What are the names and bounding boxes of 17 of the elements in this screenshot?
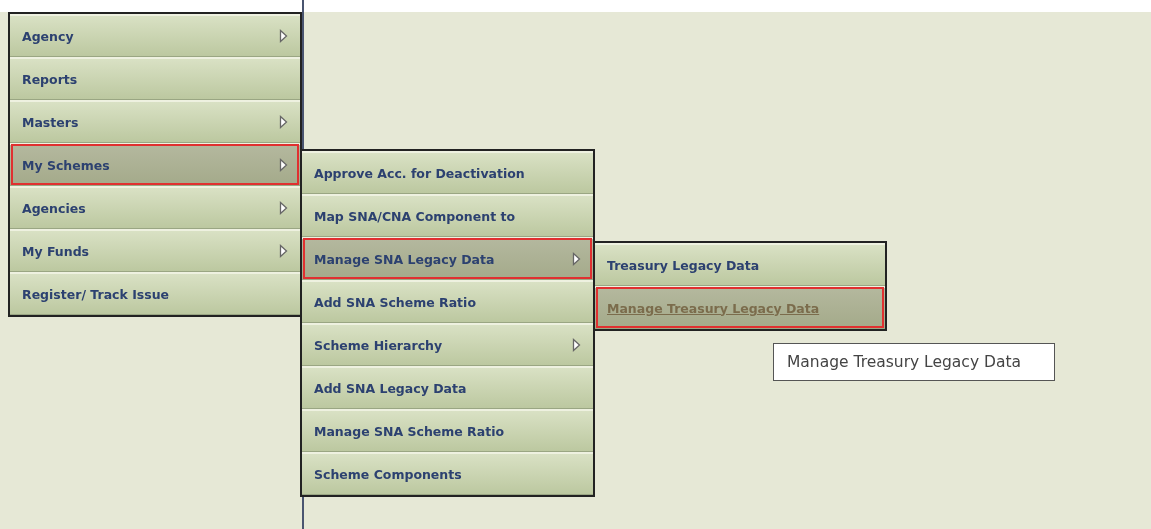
menu-item[interactable]: Manage SNA Scheme Ratio — [302, 409, 593, 452]
menu-item[interactable]: My Funds — [10, 229, 300, 272]
menu-item[interactable]: Scheme Hierarchy — [302, 323, 593, 366]
menu-item[interactable]: Add SNA Scheme Ratio — [302, 280, 593, 323]
menu-item[interactable]: Masters — [10, 100, 300, 143]
menu-item[interactable]: Agency — [10, 14, 300, 57]
menu-item[interactable]: Map SNA/CNA Component to — [302, 194, 593, 237]
menu-item[interactable]: Agencies — [10, 186, 300, 229]
menu-item[interactable]: Register/ Track Issue — [10, 272, 300, 315]
menu-item[interactable]: Add SNA Legacy Data — [302, 366, 593, 409]
menu-item[interactable]: Reports — [10, 57, 300, 100]
menu-item[interactable]: Approve Acc. for Deactivation — [302, 151, 593, 194]
menu-item[interactable]: Manage SNA Legacy Data — [302, 237, 593, 280]
menu-item[interactable]: My Schemes — [10, 143, 300, 186]
menu-item[interactable]: Scheme Components — [302, 452, 593, 495]
menu-item[interactable]: Treasury Legacy Data — [595, 243, 885, 286]
tooltip: Manage Treasury Legacy Data — [773, 343, 1055, 381]
